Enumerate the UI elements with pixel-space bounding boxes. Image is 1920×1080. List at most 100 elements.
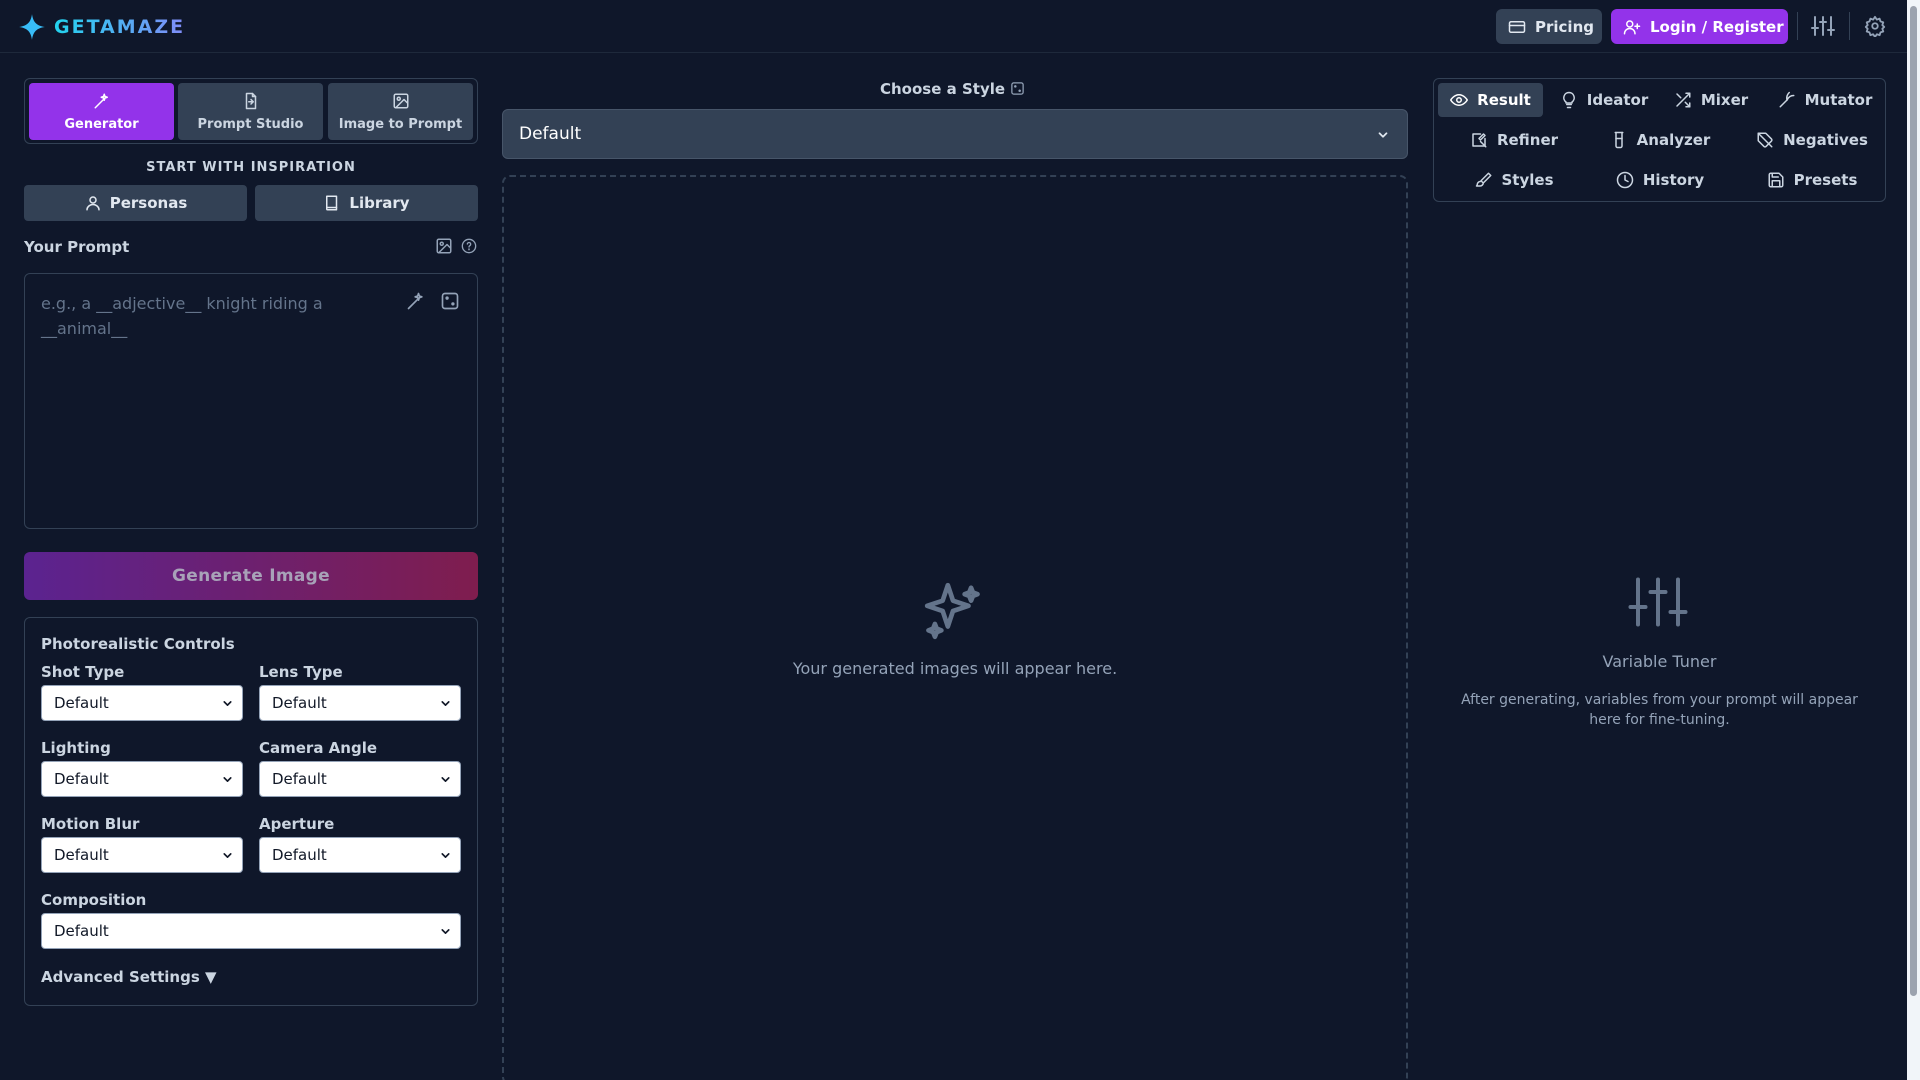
dice-icon[interactable] [440,291,460,311]
tool-negatives[interactable]: Negatives [1742,123,1882,157]
image-upload-icon[interactable] [435,237,453,255]
refine-icon [1472,133,1487,148]
advanced-settings-toggle[interactable]: Advanced Settings ▼ [41,968,217,986]
camera-angle-select[interactable]: Default [259,761,461,797]
mutate-icon [1779,91,1795,108]
page-scrollbar[interactable] [1907,0,1920,1080]
chevron-down-icon [223,853,232,858]
divider [1797,12,1798,40]
scrollbar-thumb[interactable] [1910,6,1917,996]
composition-select[interactable]: Default [41,913,461,949]
select-value: Default [272,846,327,864]
mode-tabs: Generator Prompt Studio Image to Prompt [24,78,478,144]
document-swap-icon [245,92,256,109]
tab-label: Image to Prompt [338,116,463,132]
sliders-icon [1628,577,1688,627]
tag-off-icon [1757,132,1773,148]
chevron-down-icon [441,929,450,934]
shot-type-label: Shot Type [41,663,125,681]
tuner-title: Variable Tuner [1602,652,1717,671]
tab-prompt-studio[interactable]: Prompt Studio [178,83,323,140]
camera-angle-label: Camera Angle [259,739,378,757]
tool-label: Result [1477,91,1531,109]
tab-generator[interactable]: Generator [29,83,174,140]
generate-image-button[interactable]: Generate Image [24,552,478,600]
credit-card-icon [1508,20,1526,33]
tool-label: Negatives [1783,131,1868,149]
magic-wand-icon[interactable] [406,291,426,311]
select-value: Default [272,770,327,788]
aperture-label: Aperture [259,815,335,833]
top-bar: GETAMAZE Pricing Login / Register [0,0,1907,53]
shot-type-select[interactable]: Default [41,685,243,721]
brand-logo[interactable]: GETAMAZE [18,13,185,41]
select-value: Default [54,694,109,712]
tool-analyzer[interactable]: Analyzer [1594,123,1726,157]
lens-type-select[interactable]: Default [259,685,461,721]
login-register-button[interactable]: Login / Register [1611,9,1788,44]
style-select[interactable]: Default [502,109,1408,159]
brush-icon [1475,172,1491,187]
tool-history[interactable]: History [1594,163,1726,197]
pricing-label: Pricing [1535,17,1594,36]
sparkle-logo-icon [19,14,45,40]
beaker-icon [1614,131,1624,149]
lens-type-label: Lens Type [259,663,343,681]
help-icon[interactable] [461,238,477,254]
pricing-button[interactable]: Pricing [1496,9,1602,44]
personas-button[interactable]: Personas [24,185,247,221]
settings-gear-icon[interactable] [1864,15,1886,37]
controls-title: Photorealistic Controls [41,635,235,653]
tuner-description: After generating, variables from your pr… [1461,692,1858,728]
tool-refiner[interactable]: Refiner [1454,123,1574,157]
tab-label: Generator [64,116,139,132]
prompt-label: Your Prompt [24,238,130,256]
chevron-down-icon [1378,132,1388,138]
tool-styles[interactable]: Styles [1454,163,1574,197]
login-label: Login / Register [1650,17,1784,36]
aperture-select[interactable]: Default [259,837,461,873]
tool-label: Refiner [1496,131,1559,149]
tab-image-to-prompt[interactable]: Image to Prompt [328,83,473,140]
inspiration-heading: START WITH INSPIRATION [146,160,356,175]
personas-label: Personas [109,194,188,212]
tool-label: History [1642,171,1705,189]
book-icon [326,195,338,211]
tool-label: Presets [1793,171,1858,189]
result-empty-text: Your generated images will appear here. [792,659,1118,678]
user-plus-icon [1623,19,1641,34]
select-value: Default [54,922,109,940]
composition-label: Composition [41,891,147,909]
select-value: Default [54,770,109,788]
tool-panel: Result Ideator Mixer Mutator Refiner Ana… [1433,78,1886,202]
prompt-input[interactable] [25,274,477,528]
lighting-label: Lighting [41,739,111,757]
lightbulb-icon [1562,91,1575,109]
tool-label: Ideator [1586,91,1649,109]
library-label: Library [349,194,410,212]
tool-ideator[interactable]: Ideator [1551,83,1657,117]
library-button[interactable]: Library [255,185,478,221]
tool-mixer[interactable]: Mixer [1661,83,1761,117]
tool-label: Styles [1501,171,1554,189]
divider [1849,12,1850,40]
chevron-down-icon [441,701,450,706]
lighting-select[interactable]: Default [41,761,243,797]
prompt-box [24,273,478,529]
clock-icon [1616,171,1634,189]
tool-label: Analyzer [1636,131,1711,149]
save-icon [1768,172,1784,188]
tool-label: Mixer [1700,91,1749,109]
select-value: Default [54,846,109,864]
tool-presets[interactable]: Presets [1742,163,1882,197]
dice-icon[interactable] [1010,81,1025,96]
style-value: Default [519,124,582,144]
chevron-down-icon [223,701,232,706]
style-heading: Choose a Style [880,80,1006,98]
shuffle-icon [1676,92,1691,108]
sliders-icon[interactable] [1811,14,1835,38]
motion-blur-select[interactable]: Default [41,837,243,873]
tool-mutator[interactable]: Mutator [1766,83,1884,117]
tool-result[interactable]: Result [1438,83,1543,117]
brand-name: GETAMAZE [54,16,186,38]
